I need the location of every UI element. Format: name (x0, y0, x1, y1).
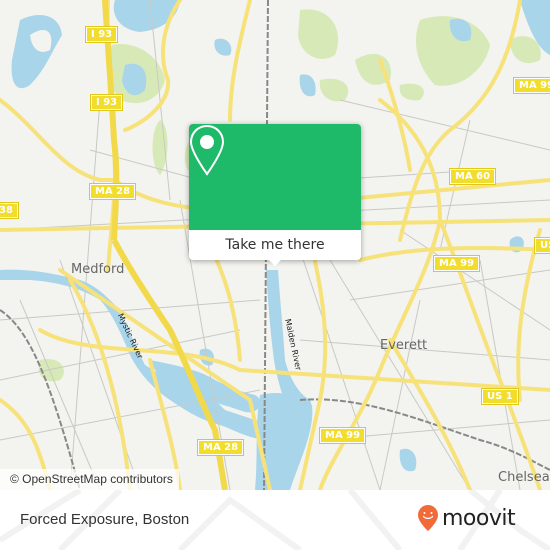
route-shield: MA 28 (88, 183, 137, 200)
popup-header (189, 124, 361, 230)
route-shield: MA 99 (432, 255, 481, 272)
map-attribution[interactable]: © OpenStreetMap contributors (0, 469, 179, 490)
route-shield: US 1 (481, 388, 519, 405)
route-shield: I 93 (84, 26, 119, 43)
place-label: Chelsea (498, 470, 550, 485)
route-shield: I 93 (89, 94, 124, 111)
route-shield: MA 28 (196, 439, 245, 456)
map-view[interactable]: I 93 I 93 MA 28 38 MA 28 MA 60 MA 99 MA … (0, 0, 550, 490)
route-shield: US (533, 237, 550, 254)
route-shield: MA 60 (448, 168, 497, 185)
map-widget: I 93 I 93 MA 28 38 MA 28 MA 60 MA 99 MA … (0, 0, 550, 550)
map-pin-icon (189, 124, 225, 176)
place-label: Everett (380, 338, 428, 353)
moovit-brand-text: moovit (442, 505, 516, 531)
route-shield: MA 99 (512, 77, 550, 94)
place-label: Medford (71, 262, 125, 277)
route-shield: 38 (0, 202, 19, 219)
footer: Forced Exposure, Boston moovit (0, 490, 550, 550)
moovit-logo[interactable]: moovit (417, 504, 516, 532)
location-popup: Take me there (189, 124, 361, 266)
take-me-there-button[interactable]: Take me there (189, 230, 361, 260)
route-shield: MA 99 (318, 427, 367, 444)
moovit-logo-icon (418, 505, 438, 531)
location-title: Forced Exposure, Boston (20, 511, 190, 528)
popup-pointer (267, 258, 283, 266)
